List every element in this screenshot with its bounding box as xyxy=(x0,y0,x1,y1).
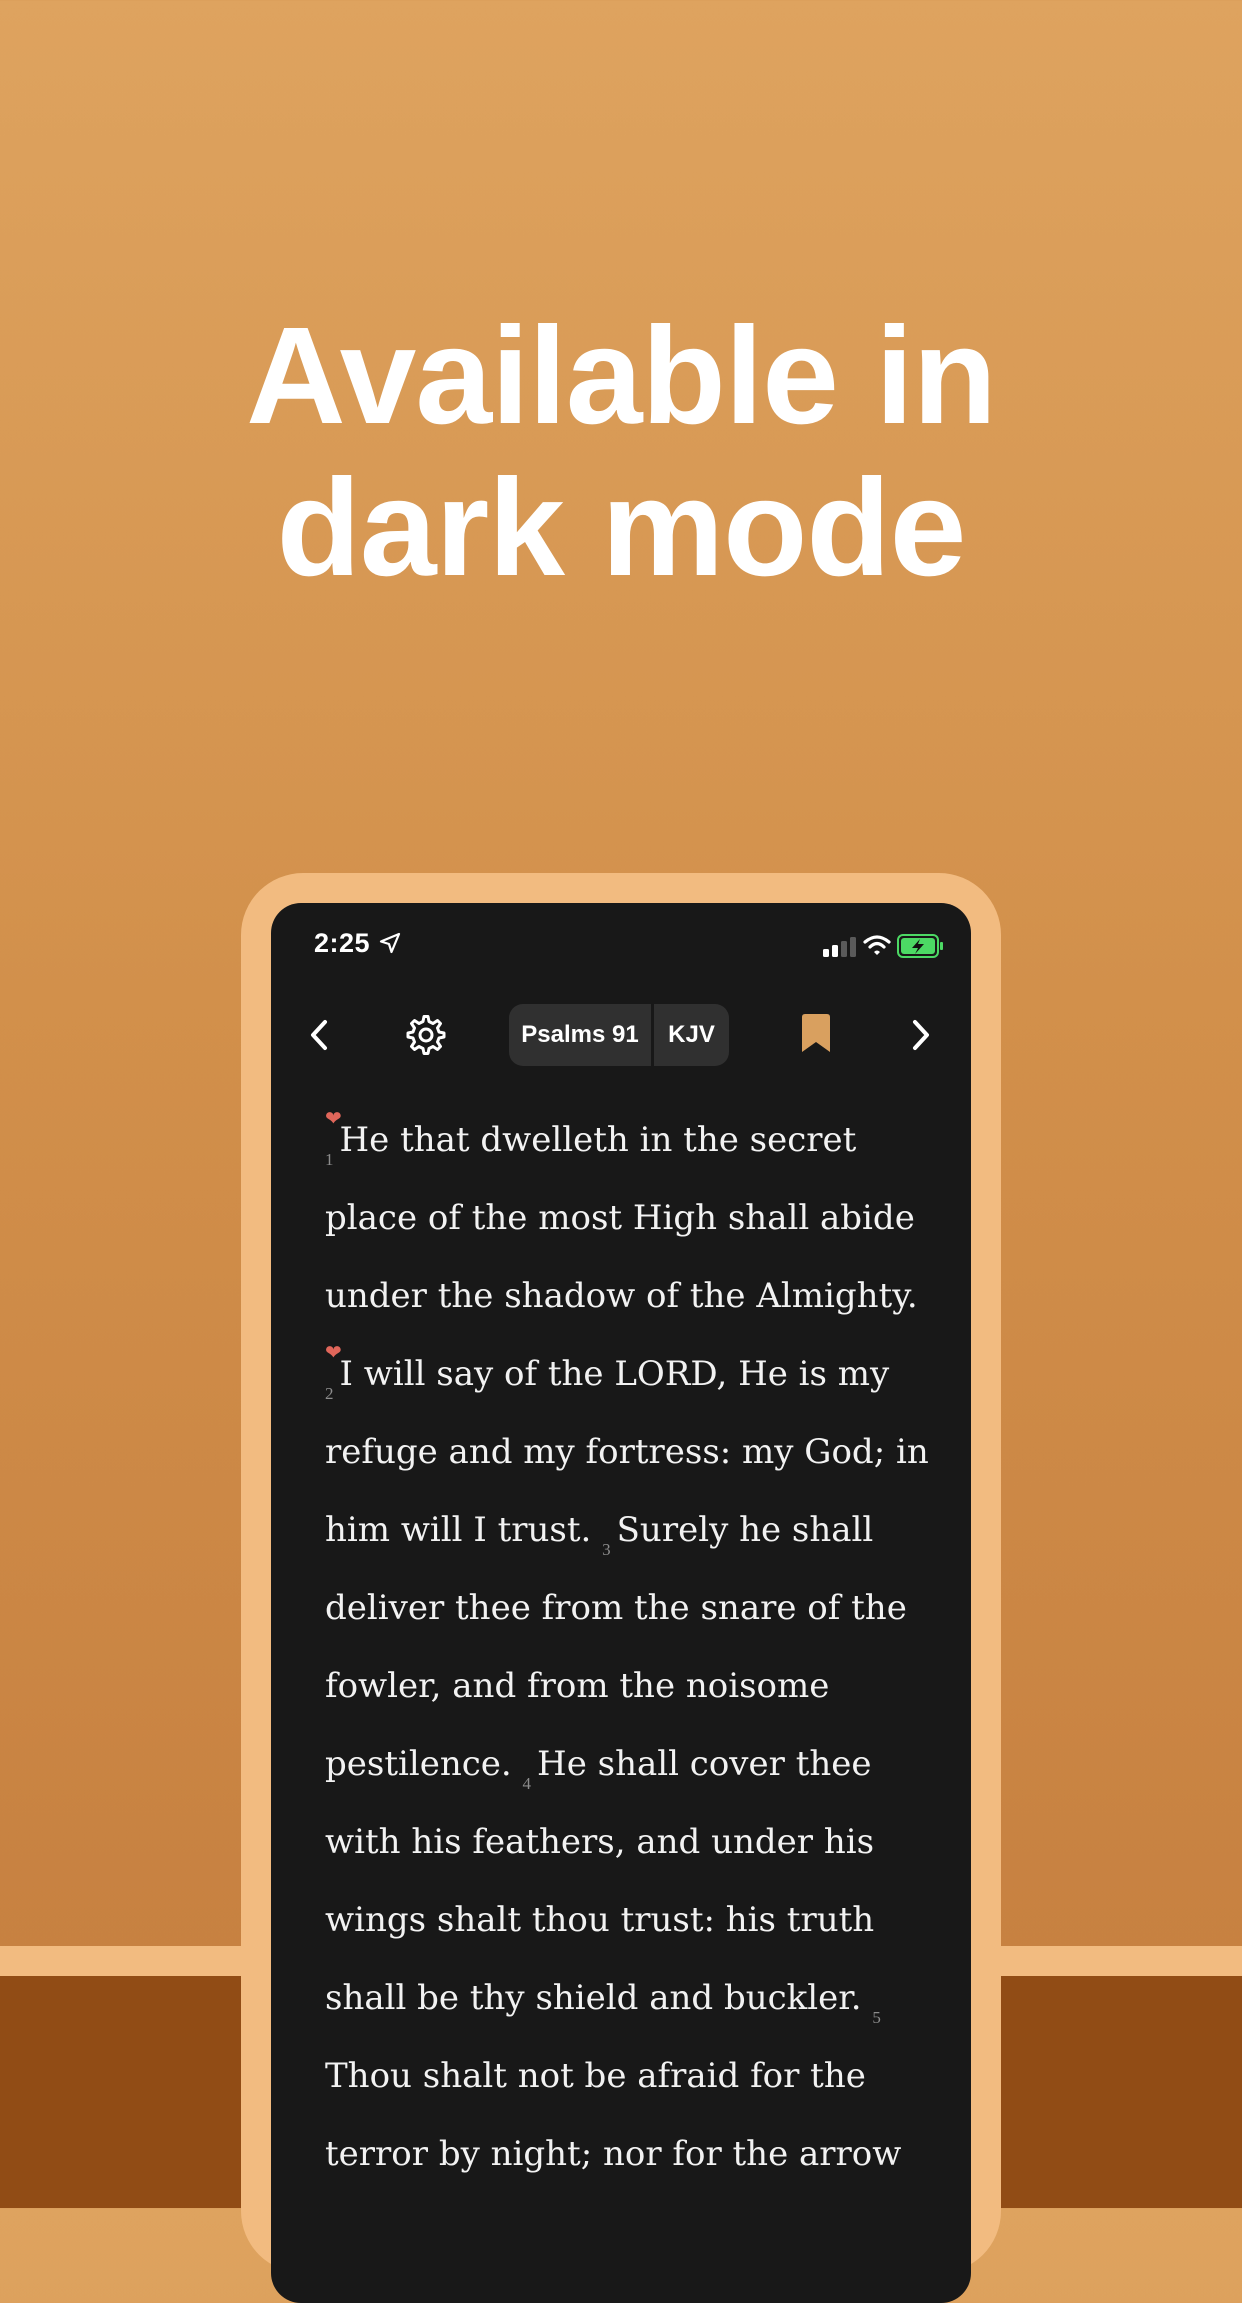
phone-frame: 2:25 Psalms 91 KJV ❤ 1 He that dwelleth … xyxy=(241,873,1001,2303)
passage-line: Thou shalt not be afraid for the xyxy=(325,2037,935,2115)
phone-screen: 2:25 Psalms 91 KJV ❤ 1 He that dwelleth … xyxy=(271,903,971,2303)
book-chapter-selector[interactable]: Psalms 91 xyxy=(509,1004,651,1066)
passage-line: terror by night; nor for the arrow xyxy=(325,2115,935,2193)
signal-icon xyxy=(823,937,856,957)
verse-number: 5 xyxy=(872,2008,881,2027)
scripture-passage: ❤ 1 He that dwelleth in the secret place o… xyxy=(325,1101,935,2193)
location-arrow-icon xyxy=(379,932,401,954)
verse-text[interactable]: terror by night; nor for the arrow xyxy=(325,2134,901,2174)
passage-line: fowler, and from the noisome xyxy=(325,1647,935,1725)
verse-text[interactable]: him will I trust. xyxy=(325,1510,591,1550)
verse-number: 1 xyxy=(325,1150,334,1169)
gear-icon[interactable] xyxy=(404,1013,448,1057)
passage-line: wings shalt thou trust: his truth xyxy=(325,1881,935,1959)
verse-text[interactable]: place of the most High shall abide xyxy=(325,1198,915,1238)
verse-text[interactable]: with his feathers, and under his xyxy=(325,1822,874,1862)
battery-icon xyxy=(897,934,943,958)
verse-text[interactable]: fowler, and from the noisome xyxy=(325,1666,829,1706)
status-time: 2:25 xyxy=(314,928,371,958)
verse-text[interactable]: Thou shalt not be afraid for the xyxy=(325,2056,866,2096)
passage-line: place of the most High shall abide xyxy=(325,1179,935,1257)
chevron-right-icon[interactable] xyxy=(907,1018,935,1052)
passage-line: under the shadow of the Almighty. xyxy=(325,1257,935,1335)
passage-line: him will I trust. 3 Surely he shall xyxy=(325,1491,935,1569)
passage-line: pestilence. 4 He shall cover thee xyxy=(325,1725,935,1803)
verse-text[interactable]: deliver thee from the snare of the xyxy=(325,1588,907,1628)
status-bar: 2:25 xyxy=(271,903,971,983)
version-selector[interactable]: KJV xyxy=(654,1004,729,1066)
passage-line: refuge and my fortress: my God; in xyxy=(325,1413,935,1491)
verse-text[interactable]: wings shalt thou trust: his truth xyxy=(325,1900,874,1940)
verse-text[interactable]: under the shadow of the Almighty. xyxy=(325,1276,918,1316)
heart-icon[interactable]: ❤ xyxy=(325,1313,342,1391)
verse-text[interactable]: He that dwelleth in the secret xyxy=(340,1120,857,1160)
passage-line: ❤ 2 I will say of the LORD, He is my xyxy=(325,1335,935,1413)
heart-icon[interactable]: ❤ xyxy=(325,1079,342,1157)
reader-toolbar: Psalms 91 KJV xyxy=(271,998,971,1068)
verse-number: 3 xyxy=(602,1540,611,1559)
bookmark-icon[interactable] xyxy=(800,1013,832,1053)
verse-number: 4 xyxy=(522,1774,532,1793)
passage-line: ❤ 1 He that dwelleth in the secret xyxy=(325,1101,935,1179)
verse-text[interactable]: pestilence. xyxy=(325,1744,512,1784)
passage-line: with his feathers, and under his xyxy=(325,1803,935,1881)
verse-number: 2 xyxy=(325,1384,334,1403)
chevron-left-icon[interactable] xyxy=(305,1018,333,1052)
passage-line: deliver thee from the snare of the xyxy=(325,1569,935,1647)
verse-text[interactable]: He shall cover thee xyxy=(537,1744,871,1784)
verse-text[interactable]: Surely he shall xyxy=(617,1510,874,1550)
headline: Available in dark mode xyxy=(0,300,1242,604)
verse-text[interactable]: refuge and my fortress: my God; in xyxy=(325,1432,929,1472)
verse-text[interactable]: shall be thy shield and buckler. xyxy=(325,1978,862,2018)
verse-text[interactable]: I will say of the LORD, He is my xyxy=(340,1354,890,1394)
wifi-icon xyxy=(863,935,891,955)
headline-line-2: dark mode xyxy=(276,451,967,605)
headline-line-1: Available in xyxy=(246,299,997,453)
passage-line: shall be thy shield and buckler. 5 xyxy=(325,1959,935,2037)
